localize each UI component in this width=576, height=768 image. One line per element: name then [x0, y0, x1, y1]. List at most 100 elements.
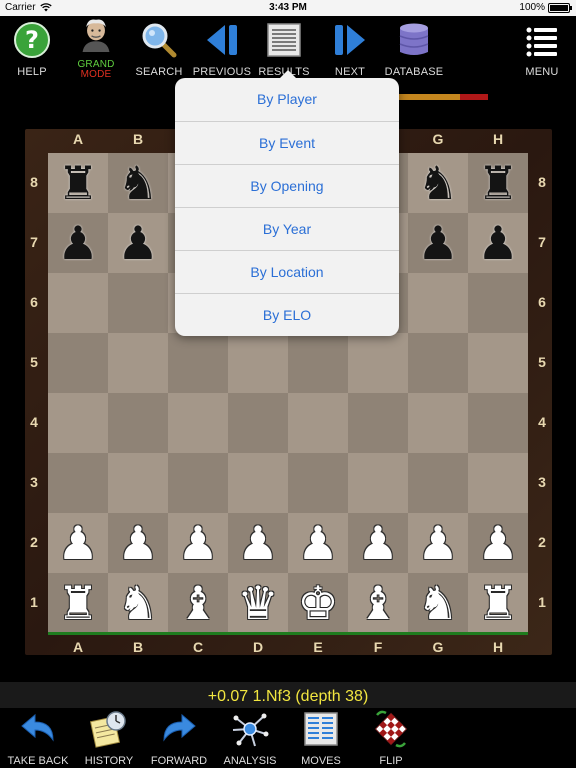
square-b2[interactable]: ♟ [108, 513, 168, 573]
square-a4[interactable] [48, 393, 108, 453]
square-a5[interactable] [48, 333, 108, 393]
square-a2[interactable]: ♟ [48, 513, 108, 573]
square-c3[interactable] [168, 453, 228, 513]
analysis-button[interactable]: ANALYSIS [224, 708, 277, 768]
square-e2[interactable]: ♟ [288, 513, 348, 573]
black-rook-icon[interactable]: ♜ [468, 153, 528, 213]
square-f2[interactable]: ♟ [348, 513, 408, 573]
results-option-by-elo[interactable]: By ELO [175, 293, 399, 336]
square-g6[interactable] [408, 273, 468, 333]
square-g3[interactable] [408, 453, 468, 513]
results-option-by-opening[interactable]: By Opening [175, 164, 399, 207]
database-button[interactable]: DATABASE [385, 16, 443, 82]
results-option-by-location[interactable]: By Location [175, 250, 399, 293]
white-bishop-icon[interactable]: ♝ [168, 573, 228, 633]
square-a6[interactable] [48, 273, 108, 333]
help-button[interactable]: ? HELP [12, 16, 52, 82]
square-g5[interactable] [408, 333, 468, 393]
results-popover: By Player By Event By Opening By Year By Loc… [175, 70, 399, 336]
square-f4[interactable] [348, 393, 408, 453]
square-h1[interactable]: ♜ [468, 573, 528, 633]
search-button[interactable]: SEARCH [135, 16, 182, 82]
black-pawn-icon[interactable]: ♟ [408, 213, 468, 273]
white-pawn-icon[interactable]: ♟ [168, 513, 228, 573]
square-b4[interactable] [108, 393, 168, 453]
square-f1[interactable]: ♝ [348, 573, 408, 633]
white-rook-icon[interactable]: ♜ [468, 573, 528, 633]
black-rook-icon[interactable]: ♜ [48, 153, 108, 213]
square-b1[interactable]: ♞ [108, 573, 168, 633]
square-g2[interactable]: ♟ [408, 513, 468, 573]
square-c4[interactable] [168, 393, 228, 453]
file-label-h-top: H [492, 131, 504, 147]
svg-text:?: ? [25, 26, 39, 54]
white-pawn-icon[interactable]: ♟ [288, 513, 348, 573]
square-e4[interactable] [288, 393, 348, 453]
square-c2[interactable]: ♟ [168, 513, 228, 573]
black-pawn-icon[interactable]: ♟ [48, 213, 108, 273]
results-option-by-player[interactable]: By Player [175, 78, 399, 120]
square-d5[interactable] [228, 333, 288, 393]
square-g1[interactable]: ♞ [408, 573, 468, 633]
square-h6[interactable] [468, 273, 528, 333]
white-pawn-icon[interactable]: ♟ [408, 513, 468, 573]
black-knight-icon[interactable]: ♞ [108, 153, 168, 213]
database-icon [399, 23, 429, 55]
white-pawn-icon[interactable]: ♟ [348, 513, 408, 573]
white-pawn-icon[interactable]: ♟ [48, 513, 108, 573]
square-h7[interactable]: ♟ [468, 213, 528, 273]
black-pawn-icon[interactable]: ♟ [108, 213, 168, 273]
square-g7[interactable]: ♟ [408, 213, 468, 273]
square-b6[interactable] [108, 273, 168, 333]
square-h8[interactable]: ♜ [468, 153, 528, 213]
white-pawn-icon[interactable]: ♟ [108, 513, 168, 573]
white-rook-icon[interactable]: ♜ [48, 573, 108, 633]
square-c5[interactable] [168, 333, 228, 393]
square-e1[interactable]: ♚ [288, 573, 348, 633]
white-pawn-icon[interactable]: ♟ [468, 513, 528, 573]
history-button[interactable]: HISTORY [85, 708, 133, 768]
black-knight-icon[interactable]: ♞ [408, 153, 468, 213]
black-pawn-icon[interactable]: ♟ [468, 213, 528, 273]
square-g4[interactable] [408, 393, 468, 453]
square-c1[interactable]: ♝ [168, 573, 228, 633]
square-b7[interactable]: ♟ [108, 213, 168, 273]
square-f3[interactable] [348, 453, 408, 513]
flip-button[interactable]: FLIP [371, 708, 411, 768]
square-e3[interactable] [288, 453, 348, 513]
square-d2[interactable]: ♟ [228, 513, 288, 573]
white-pawn-icon[interactable]: ♟ [228, 513, 288, 573]
square-h3[interactable] [468, 453, 528, 513]
results-option-by-event[interactable]: By Event [175, 121, 399, 164]
grand-mode-button[interactable]: GRAND MODE [76, 16, 116, 82]
previous-button[interactable]: PREVIOUS [193, 16, 251, 82]
square-d4[interactable] [228, 393, 288, 453]
flip-board-icon [374, 710, 408, 748]
take-back-button[interactable]: TAKE BACK [8, 708, 68, 768]
square-d3[interactable] [228, 453, 288, 513]
square-a1[interactable]: ♜ [48, 573, 108, 633]
square-h2[interactable]: ♟ [468, 513, 528, 573]
white-bishop-icon[interactable]: ♝ [348, 573, 408, 633]
forward-button[interactable]: FORWARD [151, 708, 207, 768]
square-f5[interactable] [348, 333, 408, 393]
moves-button[interactable]: MOVES [301, 708, 341, 768]
white-king-icon[interactable]: ♚ [288, 573, 348, 633]
square-b5[interactable] [108, 333, 168, 393]
square-a7[interactable]: ♟ [48, 213, 108, 273]
square-g8[interactable]: ♞ [408, 153, 468, 213]
square-d1[interactable]: ♛ [228, 573, 288, 633]
white-knight-icon[interactable]: ♞ [408, 573, 468, 633]
square-a8[interactable]: ♜ [48, 153, 108, 213]
next-button[interactable]: NEXT [330, 16, 370, 82]
square-a3[interactable] [48, 453, 108, 513]
square-h4[interactable] [468, 393, 528, 453]
square-h5[interactable] [468, 333, 528, 393]
square-b3[interactable] [108, 453, 168, 513]
white-knight-icon[interactable]: ♞ [108, 573, 168, 633]
white-queen-icon[interactable]: ♛ [228, 573, 288, 633]
results-option-by-year[interactable]: By Year [175, 207, 399, 250]
menu-button[interactable]: MENU [522, 16, 562, 82]
square-e5[interactable] [288, 333, 348, 393]
square-b8[interactable]: ♞ [108, 153, 168, 213]
